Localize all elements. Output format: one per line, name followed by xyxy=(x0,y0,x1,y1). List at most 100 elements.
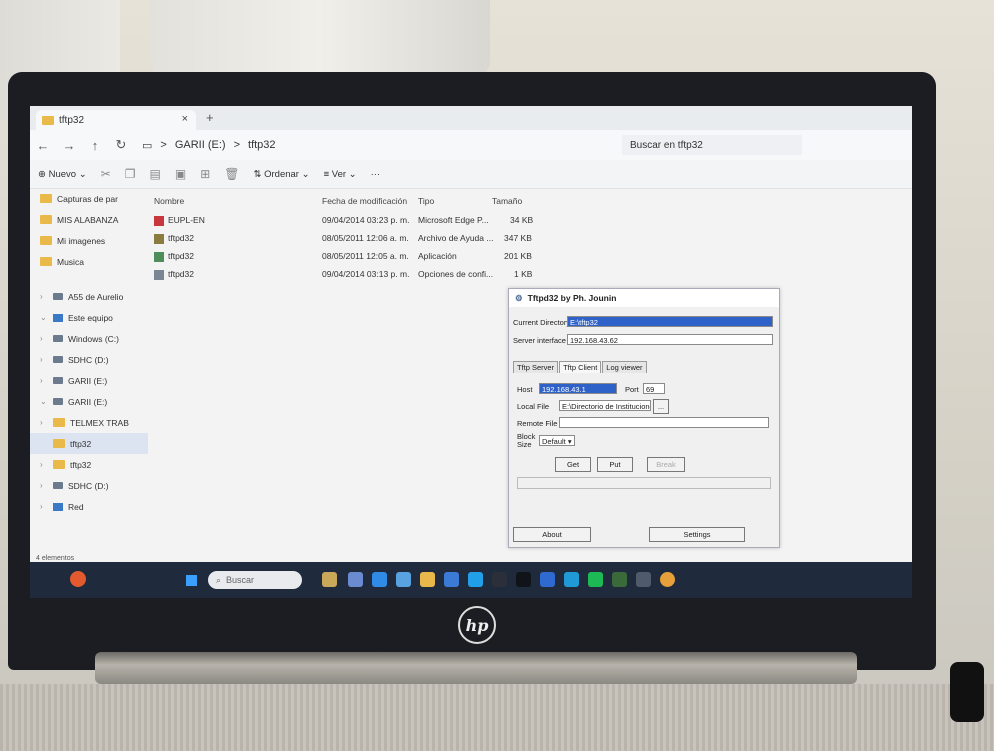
spotify-icon[interactable] xyxy=(588,572,603,587)
sidebar-item-tftp32[interactable]: › tftp32 xyxy=(30,454,148,475)
breadcrumb-folder[interactable]: tftp32 xyxy=(248,139,276,151)
new-button[interactable]: ⊕ Nuevo ⌄ xyxy=(38,169,87,180)
tiktok-icon[interactable] xyxy=(516,572,531,587)
block-size-select[interactable]: Default ▾ xyxy=(539,435,575,446)
sidebar-item-red[interactable]: › Red xyxy=(30,496,148,517)
chevron-right-icon[interactable]: › xyxy=(40,292,48,301)
chevron-down-icon[interactable]: ⌄ xyxy=(40,397,48,406)
paste-icon[interactable]: ▤ xyxy=(150,167,161,181)
rename-icon[interactable]: ▣ xyxy=(175,167,186,181)
delete-icon[interactable]: 🗑 xyxy=(224,167,239,181)
table-row[interactable]: tftpd32 08/05/2011 12:06 a. m. Archivo d… xyxy=(150,230,670,248)
tftpd32-taskbar-icon[interactable] xyxy=(612,572,627,587)
sidebar-item-windows-c[interactable]: › Windows (C:) xyxy=(30,328,148,349)
breadcrumb-separator: > xyxy=(233,139,241,151)
sidebar-item-sdhc-d[interactable]: › SDHC (D:) xyxy=(30,349,148,370)
more-button[interactable]: ··· xyxy=(371,169,381,180)
app-icon[interactable] xyxy=(492,572,507,587)
share-icon[interactable]: ⊞ xyxy=(200,167,210,181)
terminal-icon[interactable] xyxy=(636,572,651,587)
chevron-down-icon: ▾ xyxy=(567,437,572,446)
current-directory-field[interactable]: E:\tftp32 xyxy=(567,316,773,327)
taskbar-search[interactable]: ⌕ Buscar xyxy=(208,571,302,589)
command-bar: ⊕ Nuevo ⌄ ✂ ❐ ▤ ▣ ⊞ 🗑 ⇅ Ordenar ⌄ ≡ Ver … xyxy=(30,160,912,189)
sort-button[interactable]: ⇅ Ordenar ⌄ xyxy=(254,169,310,180)
photos-icon[interactable] xyxy=(396,572,411,587)
task-view-icon[interactable] xyxy=(348,572,363,587)
refresh-icon[interactable]: ↻ xyxy=(108,137,134,153)
nav-pane: Capturas de par MIS ALABANZA Mi imagenes… xyxy=(30,188,148,558)
app-icon[interactable] xyxy=(564,572,579,587)
sidebar-item-garii-e[interactable]: › GARII (E:) xyxy=(30,370,148,391)
browse-button[interactable]: ... xyxy=(653,399,669,414)
tab-log-viewer[interactable]: Log viewer xyxy=(602,361,647,373)
chevron-right-icon[interactable]: › xyxy=(40,334,48,343)
weather-icon[interactable] xyxy=(70,571,86,587)
sidebar-item-tftp32-selected[interactable]: tftp32 xyxy=(30,433,148,454)
tab-tftp32[interactable]: tftp32 × xyxy=(36,110,196,130)
breadcrumb[interactable]: ▭ > GARII (E:) > tftp32 xyxy=(142,139,276,152)
chevron-right-icon[interactable]: › xyxy=(40,418,48,427)
tab-tftp-server[interactable]: Tftp Server xyxy=(513,361,559,373)
tab-tftp-client[interactable]: Tftp Client xyxy=(559,361,602,373)
chevron-right-icon[interactable]: › xyxy=(40,502,48,511)
server-interface-select[interactable]: 192.168.43.62 xyxy=(567,334,773,345)
edge-icon[interactable] xyxy=(372,572,387,587)
sidebar-item-capturas[interactable]: Capturas de par xyxy=(30,188,148,209)
get-button[interactable]: Get xyxy=(555,457,591,472)
chrome-icon[interactable] xyxy=(660,572,675,587)
remote-file-field[interactable] xyxy=(559,417,769,428)
search-input[interactable]: Buscar en tftp32 xyxy=(622,135,802,155)
windows-start-icon[interactable] xyxy=(185,574,198,587)
column-header-date[interactable]: Fecha de modificación xyxy=(322,196,407,206)
power-cable xyxy=(950,662,984,722)
column-header-size[interactable]: Tamaño xyxy=(492,196,522,206)
about-button[interactable]: About xyxy=(513,527,591,542)
cut-icon[interactable]: ✂ xyxy=(101,167,111,181)
sidebar-item-phone[interactable]: › A55 de Aurelio xyxy=(30,286,148,307)
block-size-value: Default xyxy=(542,437,566,446)
dialog-tabs: Tftp Server Tftp Client Log viewer xyxy=(513,361,648,373)
put-button[interactable]: Put xyxy=(597,457,633,472)
copy-icon[interactable]: ❐ xyxy=(125,167,136,181)
table-row[interactable]: tftpd32 08/05/2011 12:05 a. m. Aplicació… xyxy=(150,248,670,266)
chevron-right-icon[interactable]: › xyxy=(40,376,48,385)
column-header-name[interactable]: Nombre xyxy=(154,196,184,206)
widgets-icon[interactable] xyxy=(322,572,337,587)
sidebar-item-alabanza[interactable]: MIS ALABANZA xyxy=(30,209,148,230)
host-field[interactable]: 192.168.43.1 xyxy=(539,383,617,394)
drive-icon xyxy=(53,335,63,342)
sidebar-item-garii-e-expanded[interactable]: ⌄ GARII (E:) xyxy=(30,391,148,412)
sidebar-item-telmex[interactable]: › TELMEX TRAB xyxy=(30,412,148,433)
app-icon[interactable] xyxy=(468,572,483,587)
forward-icon[interactable]: → xyxy=(56,138,82,153)
sidebar-item-musica[interactable]: Musica xyxy=(30,251,148,272)
up-icon[interactable]: ↑ xyxy=(82,138,108,153)
sidebar-item-este-equipo[interactable]: ⌄ Este equipo xyxy=(30,307,148,328)
remote-file-label: Remote File xyxy=(517,419,558,428)
port-field[interactable]: 69 xyxy=(643,383,665,394)
network-icon xyxy=(53,502,63,511)
file-explorer-icon[interactable] xyxy=(420,572,435,587)
mail-icon[interactable] xyxy=(540,572,555,587)
table-row[interactable]: tftpd32 09/04/2014 03:13 p. m. Opciones … xyxy=(150,266,670,284)
store-icon[interactable] xyxy=(444,572,459,587)
sidebar-item-sdhc-d-2[interactable]: › SDHC (D:) xyxy=(30,475,148,496)
close-icon[interactable]: × xyxy=(182,113,188,125)
chevron-down-icon[interactable]: ⌄ xyxy=(40,313,48,322)
breadcrumb-drive[interactable]: GARII (E:) xyxy=(175,139,226,151)
dialog-title-bar[interactable]: ⚙ Tftpd32 by Ph. Jounin xyxy=(509,289,779,307)
new-tab-icon[interactable]: + xyxy=(206,110,214,125)
back-icon[interactable]: ← xyxy=(30,138,56,153)
break-button[interactable]: Break xyxy=(647,457,685,472)
sidebar-item-imagenes[interactable]: Mi imagenes xyxy=(30,230,148,251)
table-row[interactable]: EUPL-EN 09/04/2014 03:23 p. m. Microsoft… xyxy=(150,212,670,230)
chevron-right-icon[interactable]: › xyxy=(40,481,48,490)
chevron-right-icon[interactable]: › xyxy=(40,460,48,469)
local-file-field[interactable]: E:\Directorio de Instituciones xyxy=(559,400,651,411)
column-header-type[interactable]: Tipo xyxy=(418,196,434,206)
laptop-screen: tftp32 × + ← → ↑ ↻ ▭ > GARII (E:) > tftp… xyxy=(30,106,912,598)
settings-button[interactable]: Settings xyxy=(649,527,745,542)
chevron-right-icon[interactable]: › xyxy=(40,355,48,364)
view-button[interactable]: ≡ Ver ⌄ xyxy=(324,169,357,180)
